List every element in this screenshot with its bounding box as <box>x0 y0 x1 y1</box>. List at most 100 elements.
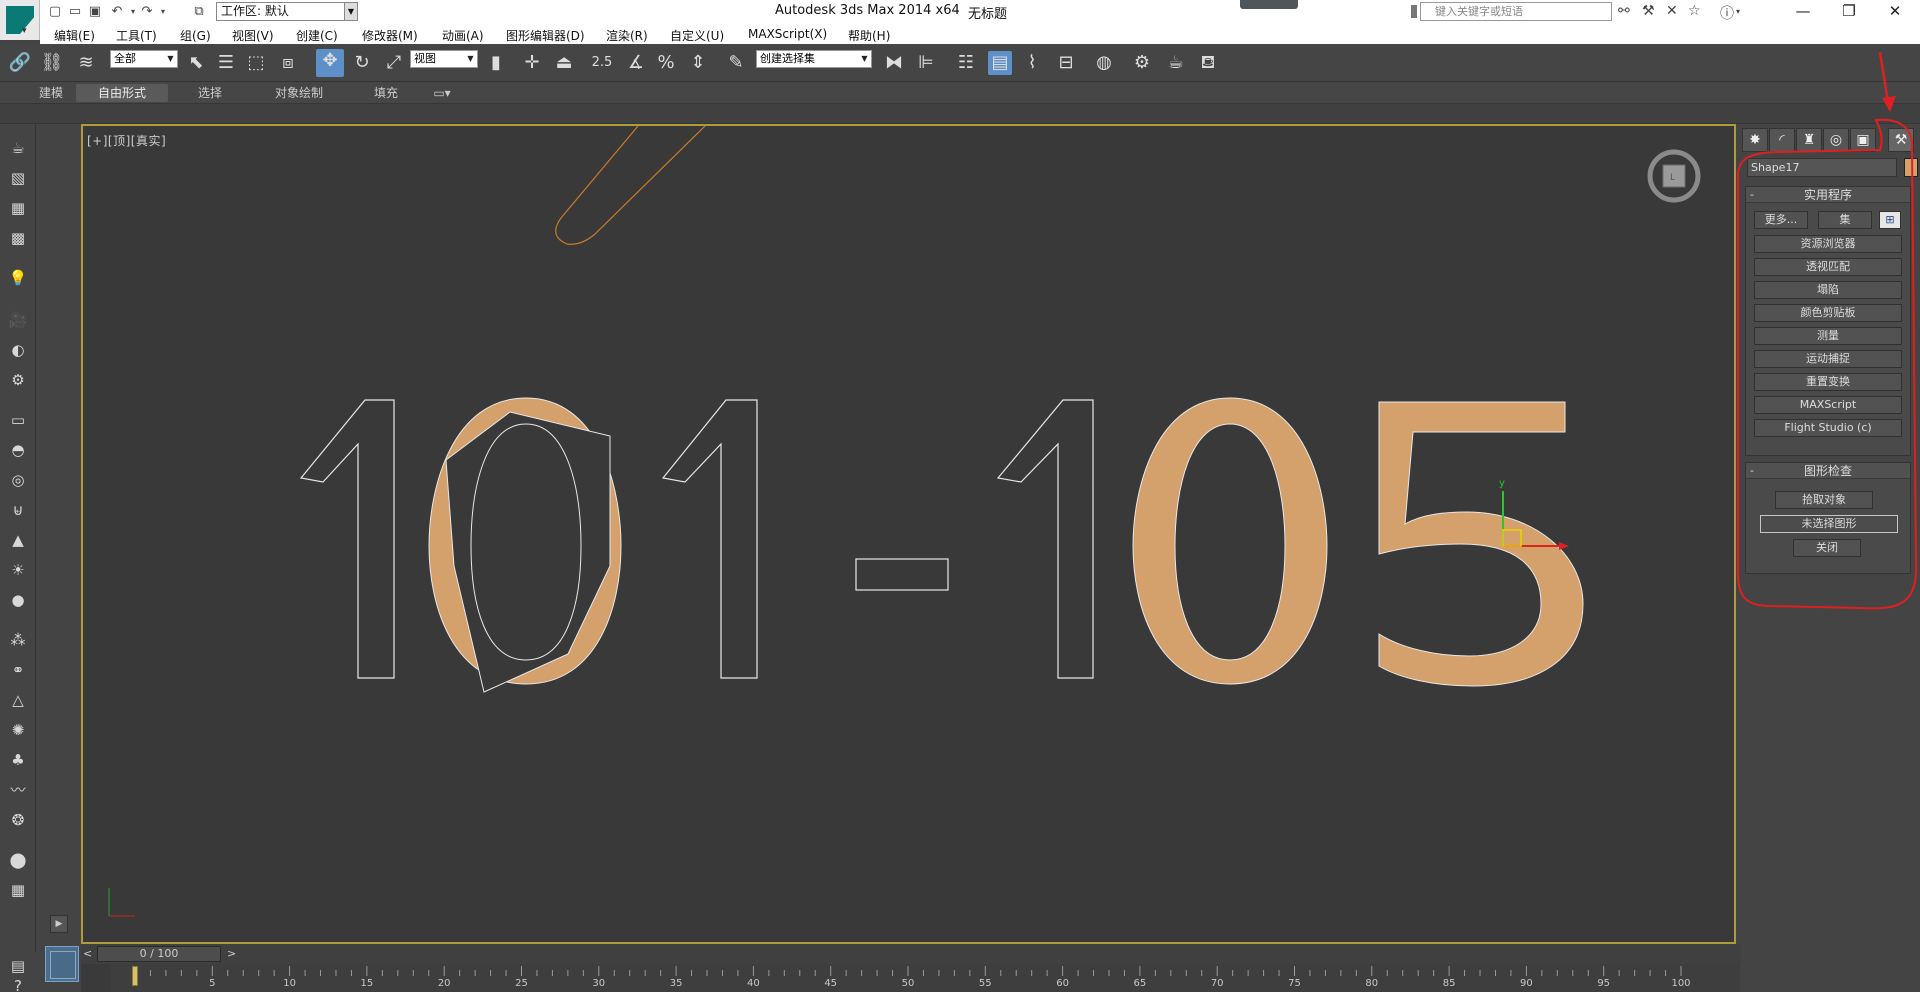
next-frame-icon[interactable]: > <box>227 947 236 960</box>
sun-icon[interactable]: ☀ <box>6 558 30 582</box>
object-color-swatch[interactable] <box>1904 158 1918 177</box>
menu-maxscript[interactable]: MAXScript(X) <box>748 27 827 41</box>
select-and-link-icon[interactable]: 🔗 <box>8 51 32 75</box>
bind-to-space-warp-icon[interactable]: ≋ <box>74 51 98 75</box>
render-setup-icon[interactable]: ⚙ <box>1130 51 1154 75</box>
select-and-rotate-icon[interactable]: ↻ <box>350 51 374 75</box>
new-file-icon[interactable]: ▢ <box>46 3 64 21</box>
hemisphere-icon[interactable]: ◓ <box>6 438 30 462</box>
menu-rendering[interactable]: 渲染(R) <box>606 27 648 44</box>
menu-help[interactable]: 帮助(H) <box>848 27 890 44</box>
ribbon-options-icon[interactable]: ▭▾ <box>428 84 456 102</box>
window-crossing-icon[interactable]: ⧈ <box>276 51 300 75</box>
grid-table-icon[interactable]: ▦ <box>6 878 30 902</box>
reference-coordinate-select[interactable]: 视图 ▼ <box>410 50 478 68</box>
shape-check-rollout-header[interactable]: - 图形检查 <box>1746 463 1910 479</box>
select-object-icon[interactable]: ⬉ <box>184 51 208 75</box>
glossy-sphere-icon[interactable]: ⬤ <box>6 848 30 872</box>
ring-icon[interactable]: ◎ <box>6 468 30 492</box>
select-and-manipulate-icon[interactable]: ✛ <box>520 51 544 75</box>
pyramid-icon[interactable]: △ <box>6 688 30 712</box>
menu-modifiers[interactable]: 修改器(M) <box>362 27 418 44</box>
save-icon[interactable]: ▣ <box>86 3 104 21</box>
close-icon[interactable]: ✕ <box>1872 0 1918 24</box>
project-folder-icon[interactable]: ⧉ <box>190 3 208 21</box>
edit-named-selection-icon[interactable]: ✎ <box>724 51 748 75</box>
unlink-selection-icon[interactable]: ⛓ <box>40 51 64 75</box>
viewport-top[interactable]: [+][顶][真实] y L <box>81 124 1736 944</box>
redo-dropdown-icon[interactable]: ▾ <box>154 3 172 21</box>
tab-modeling[interactable]: 建模 <box>30 84 72 102</box>
prev-frame-icon[interactable]: < <box>83 947 92 960</box>
grid-panel-icon[interactable]: ▩ <box>6 226 30 250</box>
rendered-frame-window-icon[interactable]: ☕ <box>1164 51 1188 75</box>
timeline-ruler[interactable]: 5 10 15 20 25 30 35 40 45 50 55 60 65 70 75 80 85 90 95 100 <box>81 964 1740 992</box>
plant-icon[interactable]: ♣ <box>6 748 30 772</box>
utility-perspective-match-button[interactable]: 透视匹配 <box>1754 258 1902 276</box>
restore-icon[interactable]: ❐ <box>1826 0 1872 24</box>
select-and-move-icon[interactable]: ✥ <box>316 49 344 77</box>
utility-asset-browser-button[interactable]: 资源浏览器 <box>1754 235 1902 253</box>
workspace-select[interactable]: 工作区: 默认 ▼ <box>216 2 358 21</box>
hair-fur-icon[interactable]: 〰 <box>6 778 30 802</box>
render-production-icon[interactable]: ⛾ <box>1196 51 1220 75</box>
menu-create[interactable]: 创建(C) <box>296 27 338 44</box>
modify-tab-icon[interactable]: ◜ <box>1769 128 1795 152</box>
camera-icon[interactable]: 🎥 <box>6 308 30 332</box>
favorites-star-icon[interactable]: ☆ <box>1688 3 1701 19</box>
utility-reset-xform-button[interactable]: 重置变换 <box>1754 373 1902 391</box>
create-tab-icon[interactable]: ✸ <box>1742 128 1768 152</box>
selection-filter-select[interactable]: 全部 ▼ <box>110 50 178 68</box>
named-selection-set-select[interactable]: 创建选择集 ▼ <box>756 50 872 68</box>
viewcube[interactable]: L <box>1646 148 1702 204</box>
menu-animation[interactable]: 动画(A) <box>442 27 484 44</box>
sets-button[interactable]: 集 <box>1818 211 1872 229</box>
menu-customize[interactable]: 自定义(U) <box>670 27 724 44</box>
scene-canvas[interactable]: y <box>83 126 1736 944</box>
app-menu-button[interactable]: ▾ <box>0 0 40 40</box>
expand-panel-icon[interactable]: ▶ <box>50 915 68 933</box>
gear-sphere-icon[interactable]: ✺ <box>6 718 30 742</box>
utilities-tab-icon[interactable]: ⚒ <box>1888 128 1914 152</box>
menu-views[interactable]: 视图(V) <box>232 27 274 44</box>
exchange-icon[interactable]: ✕ <box>1666 3 1678 19</box>
basket-icon[interactable]: ⊌ <box>6 498 30 522</box>
object-name-field[interactable]: Shape17 <box>1747 158 1897 177</box>
select-by-name-icon[interactable]: ☰ <box>214 51 238 75</box>
material-editor-icon[interactable]: ◍ <box>1092 51 1116 75</box>
paint-icon[interactable]: ▧ <box>6 166 30 190</box>
minimize-icon[interactable]: — <box>1780 0 1826 24</box>
tab-object-paint[interactable]: 对象绘制 <box>264 84 334 102</box>
no-shape-selected-button[interactable]: 未选择图形 <box>1760 515 1898 533</box>
search-input[interactable]: 键入关键字或短语 <box>1411 2 1612 21</box>
utility-flight-studio-button[interactable]: Flight Studio (c) <box>1754 419 1902 437</box>
plane-icon[interactable]: ▭ <box>6 408 30 432</box>
mini-listener-box[interactable] <box>45 946 79 982</box>
spinner-snap-icon[interactable]: ⇕ <box>686 51 710 75</box>
angle-snap-icon[interactable]: ∡ <box>624 51 648 75</box>
hair-grid-icon[interactable]: ⁂ <box>6 628 30 652</box>
tab-selection[interactable]: 选择 <box>188 84 232 102</box>
close-button[interactable]: 关闭 <box>1793 539 1861 557</box>
mirror-icon[interactable]: ⧓ <box>882 51 906 75</box>
time-slider[interactable]: 0 / 100 <box>97 946 221 962</box>
communication-icon[interactable]: ⚒ <box>1642 3 1655 19</box>
tab-populate[interactable]: 填充 <box>364 84 408 102</box>
select-and-scale-icon[interactable]: ⤢ <box>382 51 406 75</box>
teapot-icon[interactable]: ☕ <box>6 136 30 160</box>
hierarchy-tab-icon[interactable]: ♜ <box>1796 128 1822 152</box>
configure-sets-icon[interactable]: ⊞ <box>1879 211 1901 229</box>
cone-icon[interactable]: ▲ <box>6 528 30 552</box>
align-icon[interactable]: ⊫ <box>914 51 938 75</box>
pick-object-button[interactable]: 拾取对象 <box>1775 491 1873 509</box>
graphite-tools-icon[interactable]: ▤ <box>988 51 1012 75</box>
calculator-icon[interactable]: ▦ <box>6 196 30 220</box>
time-cursor[interactable] <box>132 966 138 986</box>
half-sphere-icon[interactable]: ◐ <box>6 338 30 362</box>
help-dropdown-icon[interactable]: ▾ <box>1736 7 1740 16</box>
curve-editor-icon[interactable]: ⌇ <box>1020 51 1044 75</box>
molecule-icon[interactable]: ⚭ <box>6 658 30 682</box>
layer-manager-icon[interactable]: ☷ <box>954 51 978 75</box>
percent-snap-icon[interactable]: % <box>654 51 678 75</box>
motion-tab-icon[interactable]: ◎ <box>1823 128 1849 152</box>
